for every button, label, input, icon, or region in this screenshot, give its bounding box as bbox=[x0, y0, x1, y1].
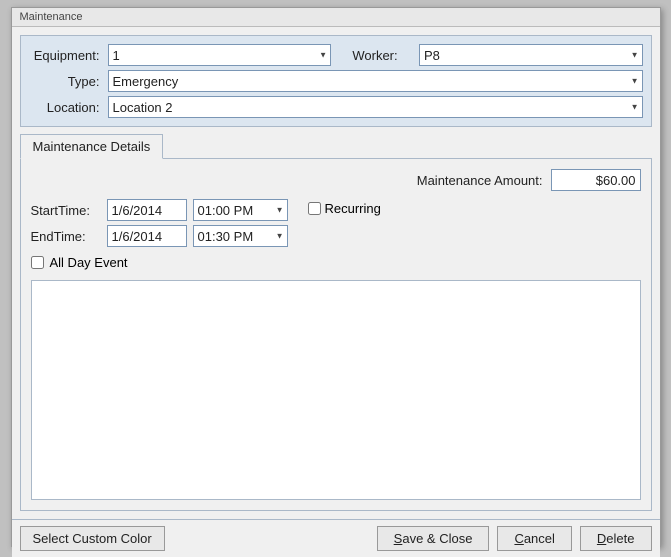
notes-area[interactable] bbox=[31, 280, 641, 500]
recurring-checkbox[interactable] bbox=[308, 202, 321, 215]
window-content: Equipment: 1 Worker: P8 Type: bbox=[12, 27, 660, 519]
cancel-button[interactable]: Cancel bbox=[497, 526, 571, 551]
type-row: Type: Emergency bbox=[29, 70, 643, 92]
allday-checkbox[interactable] bbox=[31, 256, 44, 269]
maintenance-amount-input[interactable] bbox=[551, 169, 641, 191]
worker-label: Worker: bbox=[335, 48, 415, 63]
equipment-label: Equipment: bbox=[29, 48, 104, 63]
type-select-wrapper[interactable]: Emergency bbox=[108, 70, 643, 92]
recurring-area: Recurring bbox=[308, 199, 381, 216]
start-date-input[interactable] bbox=[107, 199, 187, 221]
location-select[interactable]: Location 2 bbox=[108, 96, 643, 118]
tab-bar: Maintenance Details bbox=[20, 133, 652, 158]
equipment-select[interactable]: 1 bbox=[108, 44, 332, 66]
top-form-section: Equipment: 1 Worker: P8 Type: bbox=[20, 35, 652, 127]
main-window: Maintenance Equipment: 1 Worker: P8 bbox=[11, 7, 661, 547]
custom-color-button[interactable]: Select Custom Color bbox=[20, 526, 165, 551]
save-close-button[interactable]: Save & Close bbox=[377, 526, 490, 551]
cancel-underline: C bbox=[514, 531, 523, 546]
notes-textarea[interactable] bbox=[32, 281, 640, 499]
start-time-select-wrapper[interactable]: 01:00 PM bbox=[193, 199, 288, 221]
starttime-label: StartTime: bbox=[31, 203, 101, 218]
endtime-row: EndTime: 01:30 PM bbox=[31, 225, 288, 247]
worker-select-wrapper[interactable]: P8 bbox=[419, 44, 643, 66]
allday-row: All Day Event bbox=[31, 255, 641, 270]
tab-maintenance-details[interactable]: Maintenance Details bbox=[20, 134, 164, 159]
recurring-label: Recurring bbox=[325, 201, 381, 216]
bottom-bar: Select Custom Color Save & Close Cancel … bbox=[12, 519, 660, 557]
location-row: Location: Location 2 bbox=[29, 96, 643, 118]
type-label: Type: bbox=[29, 74, 104, 89]
worker-select[interactable]: P8 bbox=[419, 44, 643, 66]
tab-content-maintenance-details: Maintenance Amount: StartTime: 01:00 PM bbox=[20, 158, 652, 511]
maintenance-amount-label: Maintenance Amount: bbox=[417, 173, 543, 188]
type-select[interactable]: Emergency bbox=[108, 70, 643, 92]
time-recurring-area: StartTime: 01:00 PM EndTime: bbox=[31, 199, 641, 247]
endtime-label: EndTime: bbox=[31, 229, 101, 244]
delete-underline: D bbox=[597, 531, 606, 546]
end-time-select-wrapper[interactable]: 01:30 PM bbox=[193, 225, 288, 247]
tab-section: Maintenance Details Maintenance Amount: … bbox=[20, 133, 652, 511]
delete-button[interactable]: Delete bbox=[580, 526, 652, 551]
maintenance-amount-row: Maintenance Amount: bbox=[31, 169, 641, 191]
startend-block: StartTime: 01:00 PM EndTime: bbox=[31, 199, 288, 247]
allday-label: All Day Event bbox=[50, 255, 128, 270]
window-title: Maintenance bbox=[12, 8, 660, 27]
location-select-wrapper[interactable]: Location 2 bbox=[108, 96, 643, 118]
equipment-select-wrapper[interactable]: 1 bbox=[108, 44, 332, 66]
end-time-select[interactable]: 01:30 PM bbox=[193, 225, 288, 247]
end-date-input[interactable] bbox=[107, 225, 187, 247]
location-label: Location: bbox=[29, 100, 104, 115]
equipment-worker-row: Equipment: 1 Worker: P8 bbox=[29, 44, 643, 66]
starttime-row: StartTime: 01:00 PM bbox=[31, 199, 288, 221]
start-time-select[interactable]: 01:00 PM bbox=[193, 199, 288, 221]
